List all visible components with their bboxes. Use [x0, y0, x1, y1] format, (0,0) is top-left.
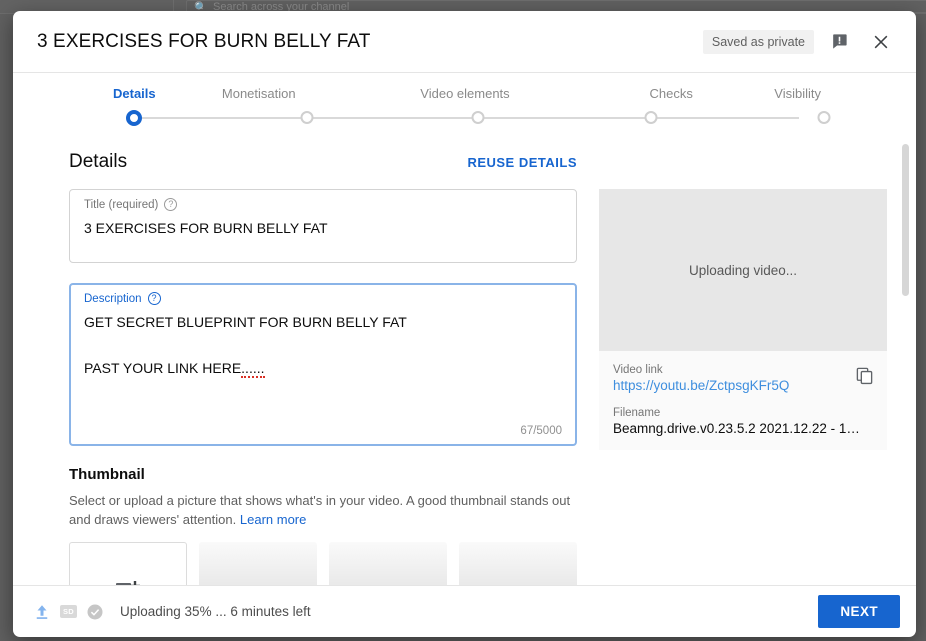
feedback-icon	[832, 34, 847, 49]
title-value: 3 EXERCISES FOR BURN BELLY FAT	[84, 220, 328, 236]
upload-progress-status: Uploading 35% ... 6 minutes left	[120, 604, 311, 619]
title-input[interactable]: Title (required) ? 3 EXERCISES FOR BURN …	[69, 189, 577, 263]
help-circle-icon[interactable]: ?	[147, 292, 161, 305]
details-section-header: Details REUSE DETAILS	[69, 151, 577, 173]
step-details[interactable]: Details	[113, 85, 156, 103]
step-monetisation[interactable]: Monetisation	[156, 85, 362, 103]
check-circle-icon	[87, 604, 103, 619]
video-upload-dialog: 3 EXERCISES FOR BURN BELLY FAT Saved as …	[13, 11, 916, 637]
description-line-2: PAST YOUR LINK HERE......	[84, 358, 562, 379]
step-label: Monetisation	[221, 86, 296, 101]
description-line-1: GET SECRET BLUEPRINT FOR BURN BELLY FAT	[84, 314, 407, 330]
details-columns: Title (required) ? 3 EXERCISES FOR BURN …	[69, 189, 887, 585]
section-title: Details	[69, 151, 128, 172]
reuse-details-link[interactable]: REUSE DETAILS	[467, 155, 577, 170]
video-info-panel: Video link https://youtu.be/ZctpsgKFr5Q …	[599, 351, 887, 450]
step-label: Video elements	[420, 86, 510, 101]
scrollbar-thumb[interactable]	[902, 144, 909, 296]
dialog-header: 3 EXERCISES FOR BURN BELLY FAT Saved as …	[13, 11, 916, 73]
step-dot-checks[interactable]	[644, 111, 658, 124]
upload-thumbnail-tile[interactable]	[69, 542, 188, 585]
footer-status-icons: SD	[33, 603, 104, 621]
thumbnail-description: Select or upload a picture that shows wh…	[69, 491, 574, 529]
video-link[interactable]: https://youtu.be/ZctpsgKFr5Q	[613, 378, 873, 393]
header-actions: Saved as private	[702, 25, 898, 59]
stepper-dots	[13, 110, 916, 126]
step-video-elements[interactable]: Video elements	[362, 85, 568, 103]
close-button[interactable]	[864, 25, 898, 59]
step-label: Checks	[649, 86, 693, 101]
next-button[interactable]: NEXT	[818, 595, 900, 628]
step-dot-monetisation[interactable]	[300, 111, 314, 124]
close-icon	[874, 35, 888, 48]
step-checks[interactable]: Checks	[568, 85, 774, 103]
description-label-row: Description ?	[84, 292, 562, 305]
help-circle-icon[interactable]: ?	[164, 198, 178, 211]
dialog-footer: SD Uploading 35% ... 6 minutes left NEXT	[13, 585, 916, 637]
thumbnail-tile[interactable]	[459, 542, 577, 585]
body-scrollbar[interactable]	[902, 135, 910, 585]
stepper-labels: Details Monetisation Video elements Chec…	[113, 85, 821, 103]
details-left-column: Title (required) ? 3 EXERCISES FOR BURN …	[69, 189, 577, 585]
page-title: 3 EXERCISES FOR BURN BELLY FAT	[37, 30, 371, 52]
image-add-icon	[116, 581, 141, 585]
description-blank-line	[84, 333, 562, 358]
copy-link-button[interactable]	[849, 360, 879, 390]
description-spellcheck-text: ......	[241, 360, 265, 378]
title-label: Title (required)	[84, 198, 159, 211]
details-right-column: Uploading video... Video link https://yo…	[599, 189, 887, 585]
upload-status-text: Uploading video...	[688, 262, 798, 278]
upload-stepper: Details Monetisation Video elements Chec…	[13, 73, 916, 135]
title-label-row: Title (required) ?	[84, 198, 562, 211]
video-preview: Uploading video...	[599, 189, 887, 351]
step-dot-visibility[interactable]	[817, 111, 831, 124]
thumbnail-tile[interactable]	[199, 542, 318, 585]
description-label: Description	[84, 292, 142, 305]
filename-label: Filename	[613, 407, 661, 419]
step-dot-video-elements[interactable]	[471, 111, 485, 124]
step-label: Visibility	[774, 86, 822, 101]
learn-more-link[interactable]: Learn more	[240, 512, 306, 527]
step-visibility[interactable]: Visibility	[774, 85, 821, 103]
dialog-body: Details REUSE DETAILS Title (required) ?…	[13, 135, 916, 585]
thumbnail-options	[69, 542, 577, 585]
step-dot-details[interactable]	[126, 110, 142, 126]
upload-arrow-icon	[36, 604, 48, 619]
quality-badge: SD	[60, 605, 77, 618]
status-badge: Saved as private	[702, 29, 814, 54]
details-panel: Details REUSE DETAILS Title (required) ?…	[13, 135, 916, 585]
character-counter: 67/5000	[520, 425, 562, 437]
filename-value: Beamng.drive.v0.23.5.2 2021.12.22 - 12…	[613, 421, 863, 436]
thumbnail-description-text: Select or upload a picture that shows wh…	[69, 493, 571, 527]
description-line-2-text: PAST YOUR LINK HERE	[84, 360, 242, 376]
video-link-label: Video link	[613, 364, 663, 376]
copy-icon	[856, 367, 872, 384]
step-label: Details	[113, 86, 156, 101]
thumbnail-heading: Thumbnail	[69, 466, 145, 483]
description-input[interactable]: Description ? GET SECRET BLUEPRINT FOR B…	[69, 283, 577, 446]
feedback-button[interactable]	[822, 25, 856, 59]
thumbnail-tile[interactable]	[329, 542, 448, 585]
